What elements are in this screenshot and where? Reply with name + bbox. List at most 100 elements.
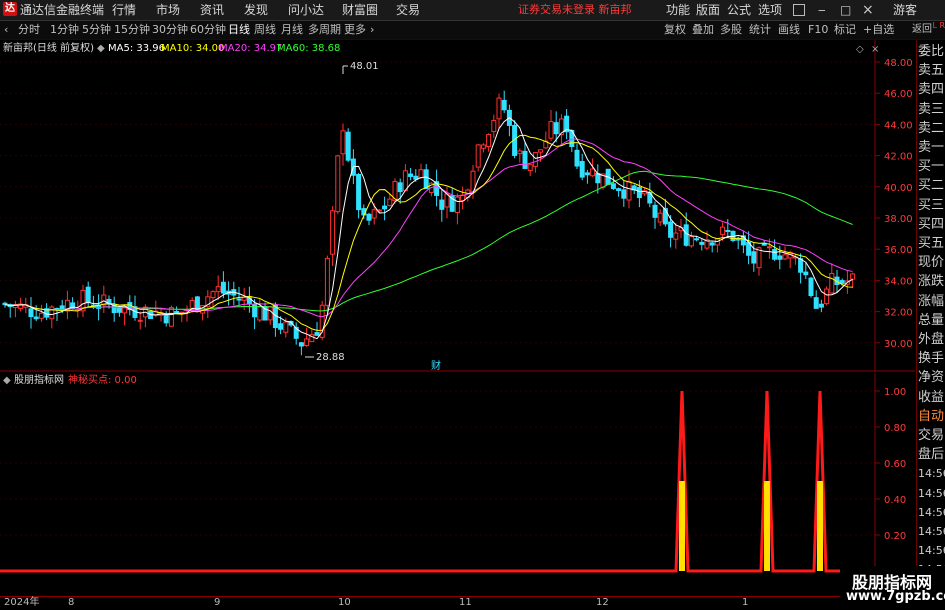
quote-panel-item[interactable]: 卖四	[918, 80, 945, 99]
btn-huaxian[interactable]: 画线	[778, 21, 800, 39]
menu-zixun[interactable]: 资讯	[200, 0, 224, 20]
btn-f10[interactable]: F10	[808, 21, 828, 39]
toolbar-left-arrow-icon[interactable]: ‹	[4, 21, 8, 39]
menu-caifuquan[interactable]: 财富圈	[342, 0, 378, 20]
candle-body	[850, 273, 856, 280]
candle-body	[735, 238, 741, 241]
quote-panel-item[interactable]: 14:56	[918, 464, 945, 483]
candle-body	[397, 182, 403, 193]
candle-body	[709, 242, 715, 246]
candle-body	[116, 307, 122, 313]
btn-biaoji[interactable]: 标记	[834, 21, 856, 39]
ma-settings-icon[interactable]: ◆	[97, 42, 105, 56]
login-status: 证券交易未登录 新亩邦	[518, 3, 632, 16]
menu-jiaoyi[interactable]: 交易	[396, 0, 420, 20]
menu-gongneng[interactable]: 功能	[666, 0, 690, 20]
menu-hangqing[interactable]: 行情	[112, 0, 136, 20]
menu-shichang[interactable]: 市场	[156, 0, 180, 20]
window-icon[interactable]	[793, 4, 805, 16]
kline-chart[interactable]: 48.00 46.00 44.00 42.00 40.00 38.00 36.00 34.00…	[0, 40, 915, 372]
candle-body	[335, 155, 341, 213]
quote-panel-item[interactable]: 盘后	[918, 445, 945, 464]
candle-body	[283, 321, 289, 333]
candle-body	[49, 306, 55, 320]
period-30min[interactable]: 30分钟	[152, 21, 188, 39]
event-marker[interactable]: 财	[431, 359, 441, 372]
candle-body	[189, 299, 195, 309]
maximize-icon[interactable]: □	[840, 3, 851, 17]
panel-corner[interactable]: L R	[918, 21, 945, 39]
quote-panel-item[interactable]: 14:56	[918, 522, 945, 541]
watermark: 股朋指标网 www.7gpzb.com	[840, 566, 945, 609]
quote-panel-item[interactable]: 卖一	[918, 138, 945, 157]
quote-panel-item[interactable]: 买四	[918, 215, 945, 234]
quote-panel-item[interactable]: 净资	[918, 368, 945, 387]
quote-panel-item[interactable]: 卖三	[918, 100, 945, 119]
period-5min[interactable]: 5分钟	[82, 21, 111, 39]
quote-panel-item[interactable]: 卖二	[918, 119, 945, 138]
indicator-tick-label: 0.40	[884, 495, 906, 506]
candle-body	[725, 229, 731, 232]
period-weekly[interactable]: 周线	[254, 21, 276, 39]
quote-panel-item[interactable]: 14:56	[918, 484, 945, 503]
candle-body	[330, 210, 336, 255]
menu-wenxiaoda[interactable]: 问小达	[288, 0, 324, 20]
indicator-chart[interactable]: 1.00 0.80 0.60 0.40 0.20	[0, 373, 915, 595]
btn-diejia[interactable]: 叠加	[692, 21, 714, 39]
price-tick-label: 34.00	[884, 276, 913, 287]
btn-add-watchlist[interactable]: +自选	[863, 21, 894, 39]
quote-panel-item[interactable]: 收益	[918, 388, 945, 407]
period-monthly[interactable]: 月线	[281, 21, 303, 39]
candle-body	[324, 257, 330, 306]
period-60min[interactable]: 60分钟	[190, 21, 226, 39]
candle-body	[777, 255, 783, 260]
candle-body	[174, 311, 180, 314]
candle-body	[517, 150, 523, 155]
period-daily[interactable]: 日线	[228, 21, 250, 39]
quote-panel-item[interactable]: 卖五	[918, 61, 945, 80]
chart-option-icon[interactable]: ◇	[856, 43, 864, 57]
indicator-settings-icon[interactable]: ◆	[3, 374, 11, 388]
price-tick-label: 48.00	[884, 58, 913, 69]
quote-panel-item[interactable]: 14:56	[918, 541, 945, 560]
quote-panel-item[interactable]: 买二	[918, 176, 945, 195]
btn-fuquan[interactable]: 复权	[664, 21, 686, 39]
quote-panel-item[interactable]: 14:56	[918, 503, 945, 522]
more-chevron-icon[interactable]: ›	[370, 21, 374, 39]
price-tick-label: 40.00	[884, 183, 913, 194]
quote-panel-item[interactable]: 买一	[918, 157, 945, 176]
close-icon[interactable]: ×	[862, 0, 874, 20]
candle-body	[38, 312, 44, 319]
btn-duogu[interactable]: 多股	[720, 21, 742, 39]
menu-gongshi[interactable]: 公式	[727, 0, 751, 20]
quote-panel-item[interactable]: 换手	[918, 349, 945, 368]
minimize-icon[interactable]: ‒	[818, 3, 826, 17]
candle-body	[366, 213, 372, 221]
quote-panel-item[interactable]: 总量	[918, 311, 945, 330]
user-guest[interactable]: 游客	[893, 0, 917, 20]
quote-panel-item[interactable]: 买三	[918, 196, 945, 215]
quote-panel-item[interactable]: 委比	[918, 42, 945, 61]
quote-panel-item[interactable]: 买五	[918, 234, 945, 253]
candle-body	[491, 119, 497, 133]
candle-body	[688, 235, 694, 247]
quote-panel-item[interactable]: 现价	[918, 253, 945, 272]
period-15min[interactable]: 15分钟	[114, 21, 150, 39]
menu-banmian[interactable]: 版面	[696, 0, 720, 20]
quote-panel-item[interactable]: 涨幅	[918, 292, 945, 311]
candle-body	[439, 199, 445, 210]
period-1min[interactable]: 1分钟	[50, 21, 79, 39]
period-more[interactable]: 更多	[344, 21, 366, 39]
period-multi[interactable]: 多周期	[308, 21, 341, 39]
menu-xuanxiang[interactable]: 选项	[758, 0, 782, 20]
ma5-label: MA5: 33.96	[108, 43, 166, 54]
quote-panel-item[interactable]: 外盘	[918, 330, 945, 349]
btn-tongji[interactable]: 统计	[749, 21, 771, 39]
period-fenshi[interactable]: 分时	[18, 21, 40, 39]
menu-faxian[interactable]: 发现	[244, 0, 268, 20]
quote-panel-item[interactable]: 自动	[918, 407, 945, 426]
close-chart-icon[interactable]: ×	[871, 43, 879, 57]
stock-title: 新亩邦(日线 前复权)	[3, 43, 94, 54]
quote-panel-item[interactable]: 涨跌	[918, 272, 945, 291]
quote-panel-item[interactable]: 交易	[918, 426, 945, 445]
